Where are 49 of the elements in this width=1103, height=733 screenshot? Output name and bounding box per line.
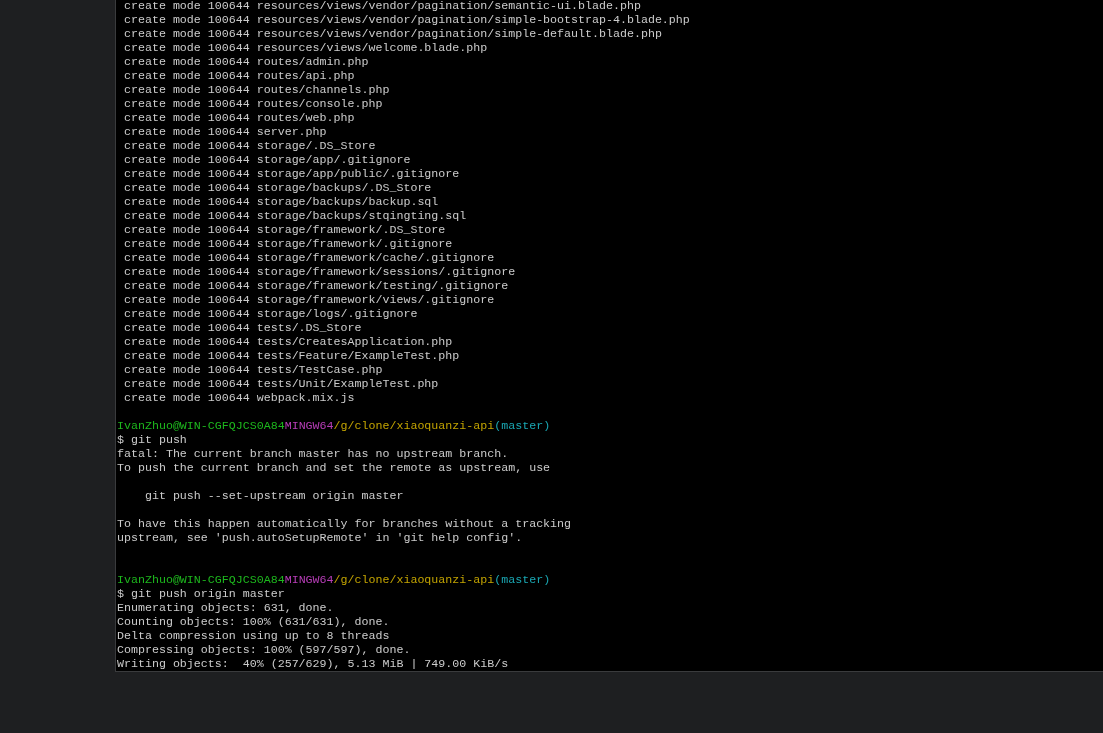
terminal-line: create mode 100644 resources/views/vendor/pagination/simple-bootstrap-4.blade.php [123, 13, 691, 27]
terminal-line: create mode 100644 storage/.DS_Store [123, 139, 377, 153]
prompt-path: /g/clone/xiaoquanzi-api [333, 573, 495, 587]
terminal-line: create mode 100644 tests/CreatesApplication.php [123, 335, 454, 349]
terminal-line: create mode 100644 storage/framework/testing/.gitignore [123, 279, 510, 293]
terminal-line: create mode 100644 resources/views/vendor/pagination/simple-default.blade.php [123, 27, 663, 41]
terminal-line: create mode 100644 routes/api.php [123, 69, 356, 83]
terminal-line: create mode 100644 resources/views/vendor/pagination/semantic-ui.blade.php [123, 0, 642, 13]
terminal-line: Enumerating objects: 631, done. [117, 601, 335, 615]
prompt-branch: (master) [494, 573, 551, 587]
prompt-user: IvanZhuo@WIN-CGFQJCS0A84 [117, 419, 285, 433]
terminal-line: git push --set-upstream origin master [143, 489, 405, 503]
terminal-line: create mode 100644 storage/app/public/.gitignore [123, 167, 461, 181]
prompt-user: IvanZhuo@WIN-CGFQJCS0A84 [117, 573, 285, 587]
terminal-line: create mode 100644 routes/admin.php [123, 55, 370, 69]
terminal-line: create mode 100644 storage/framework/views/.gitignore [123, 293, 496, 307]
terminal-line: create mode 100644 storage/framework/.DS_Store [123, 223, 447, 237]
terminal-line: Delta compression using up to 8 threads [117, 629, 391, 643]
prompt-system: MINGW64 [284, 573, 334, 587]
prompt-system: MINGW64 [284, 419, 334, 433]
terminal-line: create mode 100644 storage/framework/sessions/.gitignore [123, 265, 517, 279]
terminal-line: create mode 100644 tests/Feature/ExampleTest.php [123, 349, 461, 363]
terminal-line: upstream, see 'push.autoSetupRemote' in 'git help config'. [117, 531, 524, 545]
terminal-line: create mode 100644 resources/views/welcome.blade.php [123, 41, 489, 55]
terminal-line: create mode 100644 storage/backups/.DS_Store [123, 181, 433, 195]
terminal-line: create mode 100644 storage/framework/cache/.gitignore [123, 251, 496, 265]
terminal-line: create mode 100644 storage/framework/.gitignore [123, 237, 454, 251]
terminal-line: create mode 100644 storage/backups/stqingting.sql [123, 209, 468, 223]
terminal-line: $ git push origin master [117, 587, 286, 601]
terminal-line: create mode 100644 routes/console.php [123, 97, 384, 111]
terminal-line: create mode 100644 server.php [123, 125, 328, 139]
prompt-branch: (master) [494, 419, 551, 433]
terminal-line: fatal: The current branch master has no upstream branch. [117, 447, 510, 461]
terminal-line: create mode 100644 storage/backups/backup.sql [123, 195, 440, 209]
terminal-line: create mode 100644 storage/logs/.gitignore [123, 307, 419, 321]
terminal-line: To have this happen automatically for branches without a tracking [117, 517, 573, 531]
terminal-line: create mode 100644 tests/.DS_Store [123, 321, 363, 335]
terminal-line: create mode 100644 routes/web.php [123, 111, 356, 125]
terminal-line: $ git push [117, 433, 188, 447]
terminal-line: create mode 100644 storage/app/.gitignore [123, 153, 412, 167]
terminal-line: To push the current branch and set the remote as upstream, use [117, 461, 552, 475]
terminal-line: create mode 100644 tests/Unit/ExampleTest.php [123, 377, 440, 391]
terminal-line: create mode 100644 webpack.mix.js [123, 391, 356, 405]
terminal-line: Compressing objects: 100% (597/597), done. [117, 643, 412, 657]
terminal-line: create mode 100644 tests/TestCase.php [123, 363, 384, 377]
prompt-path: /g/clone/xiaoquanzi-api [333, 419, 495, 433]
terminal-line: Counting objects: 100% (631/631), done. [117, 615, 391, 629]
terminal-line: create mode 100644 routes/channels.php [123, 83, 391, 97]
terminal-line: Writing objects: 40% (257/629), 5.13 MiB | 749.00 KiB/s [117, 657, 510, 671]
